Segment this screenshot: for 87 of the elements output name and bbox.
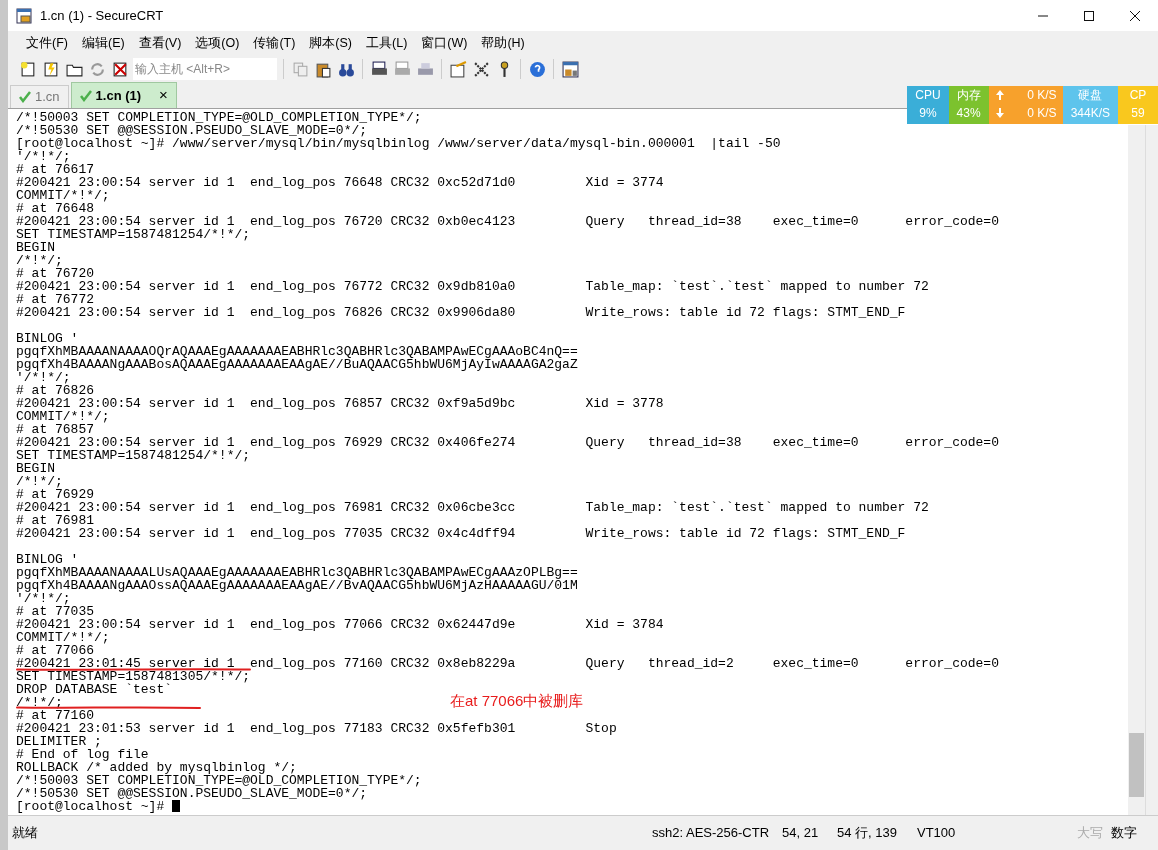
terminal-line: #200421 23:00:54 server id 1 end_log_pos 76981 CRC32 0x06cbe3cc Table_map: `test`.`test` mapped to number 72 [16, 501, 929, 514]
terminal-line: #200421 23:00:54 server id 1 end_log_pos 76826 CRC32 0x9906da80 Write_rows: table id 72 flags: STMT_END_F [16, 306, 906, 319]
terminal-line: ROLLBACK /* added by mysqlbinlog */; [16, 761, 297, 774]
terminal-line: # at 76772 [16, 293, 94, 306]
monitor-tile: 内存 43% [948, 86, 989, 124]
session-tab[interactable]: 1.cn [10, 85, 69, 108]
terminal-line: #200421 23:01:45 server id 1 end_log_pos 77160 CRC32 0x8eb8229a Query thread_id=2 exec_time=0 error_code=0 [16, 657, 999, 670]
up-arrow-icon [994, 89, 1005, 101]
terminal-line: #200421 23:01:53 server id 1 end_log_pos 77183 CRC32 0x5fefb301 Stop [16, 722, 617, 735]
menu-item[interactable]: 工具(L) [360, 32, 414, 54]
terminal-line: /*!50530 SET @@SESSION.PSEUDO_SLAVE_MODE=0*/; [16, 787, 368, 800]
help-icon[interactable] [527, 59, 547, 79]
terminal-line: # End of log file [16, 748, 149, 761]
monitor-tile: CP 59 [1118, 86, 1158, 124]
terminal-line: DROP DATABASE `test` [16, 683, 173, 696]
terminal-line: '/*!*/; [16, 150, 71, 163]
terminal-line: /*!50003 SET COMPLETION_TYPE=@OLD_COMPLETION_TYPE*/; [16, 774, 422, 787]
status-text: ssh2: AES-256-CTR [651, 824, 771, 843]
terminal-line: SET TIMESTAMP=1587481254/*!*/; [16, 228, 251, 241]
terminal-line: COMMIT/*!*/; [16, 189, 110, 202]
app-icon [16, 7, 32, 24]
menu-item[interactable]: 选项(O) [189, 32, 246, 54]
down-arrow-icon [994, 107, 1005, 119]
terminal-line: #200421 23:00:54 server id 1 end_log_pos 76648 CRC32 0xc52d71d0 Xid = 3774 [16, 176, 664, 189]
menu-item[interactable]: 编辑(E) [75, 32, 131, 54]
terminal-line: SET TIMESTAMP=1587481305/*!*/; [16, 670, 251, 683]
terminal-line: pgqfXh4BAAAANgAAABosAQAAAEgAAAAAAAEAAgAE//BuAQAACG5hbWU6MjAyIwAAAAGA2gaZ [16, 358, 578, 371]
terminal-line: # at 76826 [16, 384, 94, 397]
terminal-line: /*!*/; [16, 696, 63, 709]
terminal-line: #200421 23:00:54 server id 1 end_log_pos 76720 CRC32 0xb0ec4123 Query thread_id=38 exec_time=0 error_code=0 [16, 215, 999, 228]
status-text: 54, 21 [781, 824, 820, 843]
terminal-line: COMMIT/*!*/; [16, 410, 110, 423]
status-text: 54 行, 139 [836, 824, 898, 843]
vertical-scrollbar[interactable] [1128, 125, 1145, 815]
terminal-line: BEGIN [16, 241, 55, 254]
menu-item[interactable]: 帮助(H) [475, 32, 531, 54]
terminal-line: # at 76617 [16, 163, 94, 176]
status-text: 大写 [1076, 824, 1104, 843]
status-text: 数字 [1110, 824, 1138, 843]
close-tab-button[interactable]: × [159, 84, 168, 107]
terminal-line: # at 76981 [16, 514, 94, 527]
window-title: 1.cn (1) - SecureCRT [40, 6, 164, 25]
menu-item[interactable]: 文件(F) [20, 32, 74, 54]
terminal-line: # at 77035 [16, 605, 94, 618]
terminal-line: # at 76648 [16, 202, 94, 215]
status-text: VT100 [916, 824, 957, 843]
terminal-line: # at 76720 [16, 267, 94, 280]
terminal-line: pgqfXhMBAAAANAAAAOQrAQAAAEgAAAAAAAEABHRlc3QABHRlc3QABAMPAwECgAAAoBC4nQ== [16, 345, 578, 358]
terminal-line: BINLOG ' [16, 332, 79, 345]
terminal-line: # at 77160 [16, 709, 94, 722]
annotation-text: 在at 77066中被删库 [450, 691, 584, 711]
terminal-line: '/*!*/; [16, 371, 71, 384]
terminal-line: DELIMITER ; [16, 735, 102, 748]
terminal-line: pgqfXh4BAAAANgAAAOssAQAAAEgAAAAAAAEAAgAE//BvAQAACG5hbWU6MjAzHAAAAAGU/01M [16, 579, 578, 592]
terminal-line: COMMIT/*!*/; [16, 631, 110, 644]
terminal-line: BINLOG ' [16, 553, 79, 566]
terminal-line: /*!50530 SET @@SESSION.PSEUDO_SLAVE_MODE=0*/; [16, 124, 368, 137]
menu-item[interactable]: 脚本(S) [303, 32, 358, 54]
menu-item[interactable]: 窗口(W) [415, 32, 474, 54]
terminal-line: [root@localhost ~]# [16, 800, 181, 813]
network-tile: 0 K/S 0 K/S [988, 86, 1063, 124]
terminal-line: '/*!*/; [16, 592, 71, 605]
terminal-line: #200421 23:00:54 server id 1 end_log_pos 77066 CRC32 0x62447d9e Xid = 3784 [16, 618, 664, 631]
terminal-line: [root@localhost ~]# /www/server/mysql/bin/mysqlbinlog /www/server/data/mysql-bin.000001 |tail -50 [16, 137, 781, 150]
terminal-line: /*!*/; [16, 254, 63, 267]
terminal-line: # at 76929 [16, 488, 94, 501]
terminal-line: #200421 23:00:54 server id 1 end_log_pos 76929 CRC32 0x406fe274 Query thread_id=38 exec_time=0 error_code=0 [16, 436, 999, 449]
menu-item[interactable]: 查看(V) [132, 32, 188, 54]
terminal-line: # at 76857 [16, 423, 94, 436]
terminal-line: BEGIN [16, 462, 55, 475]
terminal-line: #200421 23:00:54 server id 1 end_log_pos 77035 CRC32 0x4c4dff94 Write_rows: table id 72 flags: STMT_END_F [16, 527, 906, 540]
menu-item[interactable]: 传输(T) [247, 32, 302, 54]
terminal-line: pgqfXhMBAAAANAAAALUsAQAAAEgAAAAAAAEABHRlc3QABHRlc3QABAMPAwECgAAAzOPLBg== [16, 566, 578, 579]
terminal-line: #200421 23:00:54 server id 1 end_log_pos 76772 CRC32 0x9db810a0 Table_map: `test`.`test` mapped to number 72 [16, 280, 929, 293]
host-field[interactable]: 输入主机 <Alt+R> [133, 58, 277, 80]
session-tab[interactable]: 1.cn (1) × [70, 82, 177, 108]
terminal-line: #200421 23:00:54 server id 1 end_log_pos 76857 CRC32 0xf9a5d9bc Xid = 3778 [16, 397, 664, 410]
scrollbar-thumb[interactable] [1129, 733, 1144, 797]
close-icon [1130, 10, 1140, 21]
terminal-line: SET TIMESTAMP=1587481254/*!*/; [16, 449, 251, 462]
maximize-icon [1084, 10, 1094, 21]
monitor-tile: CPU 9% [907, 86, 949, 124]
terminal-line: /*!*/; [16, 475, 63, 488]
terminal-line: /*!50003 SET COMPLETION_TYPE=@OLD_COMPLETION_TYPE*/; [16, 111, 422, 124]
monitor-tile: 硬盘 344K/S [1062, 86, 1118, 124]
status-text: 就绪 [11, 824, 39, 843]
terminal-line: # at 77066 [16, 644, 94, 657]
